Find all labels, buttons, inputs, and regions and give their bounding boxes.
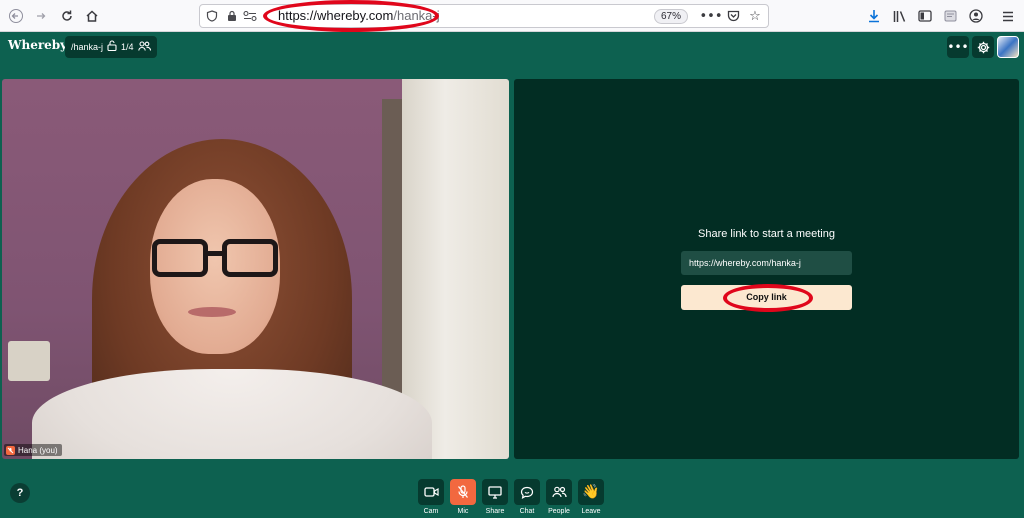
extension-icon[interactable]: [940, 6, 960, 26]
glasses-lens-right: [222, 239, 278, 277]
room-link-field[interactable]: https://whereby.com/hanka-j: [681, 251, 852, 275]
share-screen-button[interactable]: [482, 479, 508, 505]
monitor-icon: [488, 485, 502, 499]
leave-button[interactable]: 👋: [578, 479, 604, 505]
settings-button[interactable]: [972, 36, 994, 58]
share-control[interactable]: Share: [482, 479, 508, 515]
person-sweater: [32, 369, 432, 459]
more-dots-icon: •••: [947, 40, 969, 54]
sidebar-icon[interactable]: [915, 6, 935, 26]
people-button[interactable]: [546, 479, 572, 505]
camera-icon: [423, 487, 439, 497]
more-options-button[interactable]: •••: [947, 36, 969, 58]
cam-button[interactable]: [418, 479, 444, 505]
zoom-level-badge[interactable]: 67%: [654, 9, 689, 24]
mic-button[interactable]: [450, 479, 476, 505]
pocket-icon[interactable]: [724, 8, 742, 24]
home-icon[interactable]: [81, 5, 103, 27]
url-annotation-circle: [263, 0, 439, 32]
cam-control[interactable]: Cam: [418, 479, 444, 515]
unlocked-padlock-icon: [107, 40, 117, 54]
menu-hamburger-icon[interactable]: [998, 6, 1018, 26]
people-icon: [137, 41, 151, 53]
browser-toolbar: https://whereby.com/hanka-j 67% ••• ☆: [0, 0, 1024, 32]
mic-control[interactable]: Mic: [450, 479, 476, 515]
chat-control[interactable]: Chat: [514, 479, 540, 515]
background-object: [8, 341, 50, 381]
copy-link-annotation-circle: [723, 284, 813, 312]
glasses-lens-left: [152, 239, 208, 277]
people-group-icon: [551, 486, 567, 498]
chat-button[interactable]: [514, 479, 540, 505]
participant-count: 1/4: [121, 42, 134, 52]
account-icon[interactable]: [966, 6, 986, 26]
user-avatar[interactable]: [997, 36, 1019, 58]
room-name: /hanka-j: [71, 42, 104, 52]
whereby-logo[interactable]: Whereby: [8, 38, 67, 52]
mic-muted-icon: [457, 485, 469, 498]
person-lips: [188, 307, 236, 317]
muted-mic-icon: [6, 445, 15, 455]
self-video-tile: [2, 79, 509, 459]
self-name-tag: Hana (you): [4, 444, 62, 456]
chat-bubble-icon: [520, 486, 534, 499]
leave-control[interactable]: 👋 Leave: [578, 479, 604, 515]
permissions-icon[interactable]: [242, 8, 258, 24]
help-button[interactable]: ?: [10, 483, 30, 503]
room-info-pill[interactable]: /hanka-j 1/4: [65, 36, 157, 58]
person-glasses: [152, 239, 280, 279]
people-control[interactable]: People: [546, 479, 572, 515]
forward-arrow-icon[interactable]: [30, 5, 52, 27]
tracking-protection-shield-icon[interactable]: [204, 8, 220, 24]
gear-icon: [977, 41, 989, 53]
bookmark-star-icon[interactable]: ☆: [746, 8, 764, 24]
reload-icon[interactable]: [56, 5, 78, 27]
lock-icon[interactable]: [224, 8, 240, 24]
page-actions-icon[interactable]: •••: [700, 8, 723, 24]
share-title: Share link to start a meeting: [698, 228, 835, 240]
library-icon[interactable]: [890, 6, 910, 26]
self-name-label: Hana (you): [18, 445, 58, 455]
waving-hand-icon: 👋: [582, 484, 600, 500]
leave-label: Leave: [581, 508, 601, 515]
share-link-panel: Share link to start a meeting https://wh…: [514, 79, 1019, 459]
downloads-icon[interactable]: [864, 6, 884, 26]
back-arrow-icon[interactable]: [5, 5, 27, 27]
